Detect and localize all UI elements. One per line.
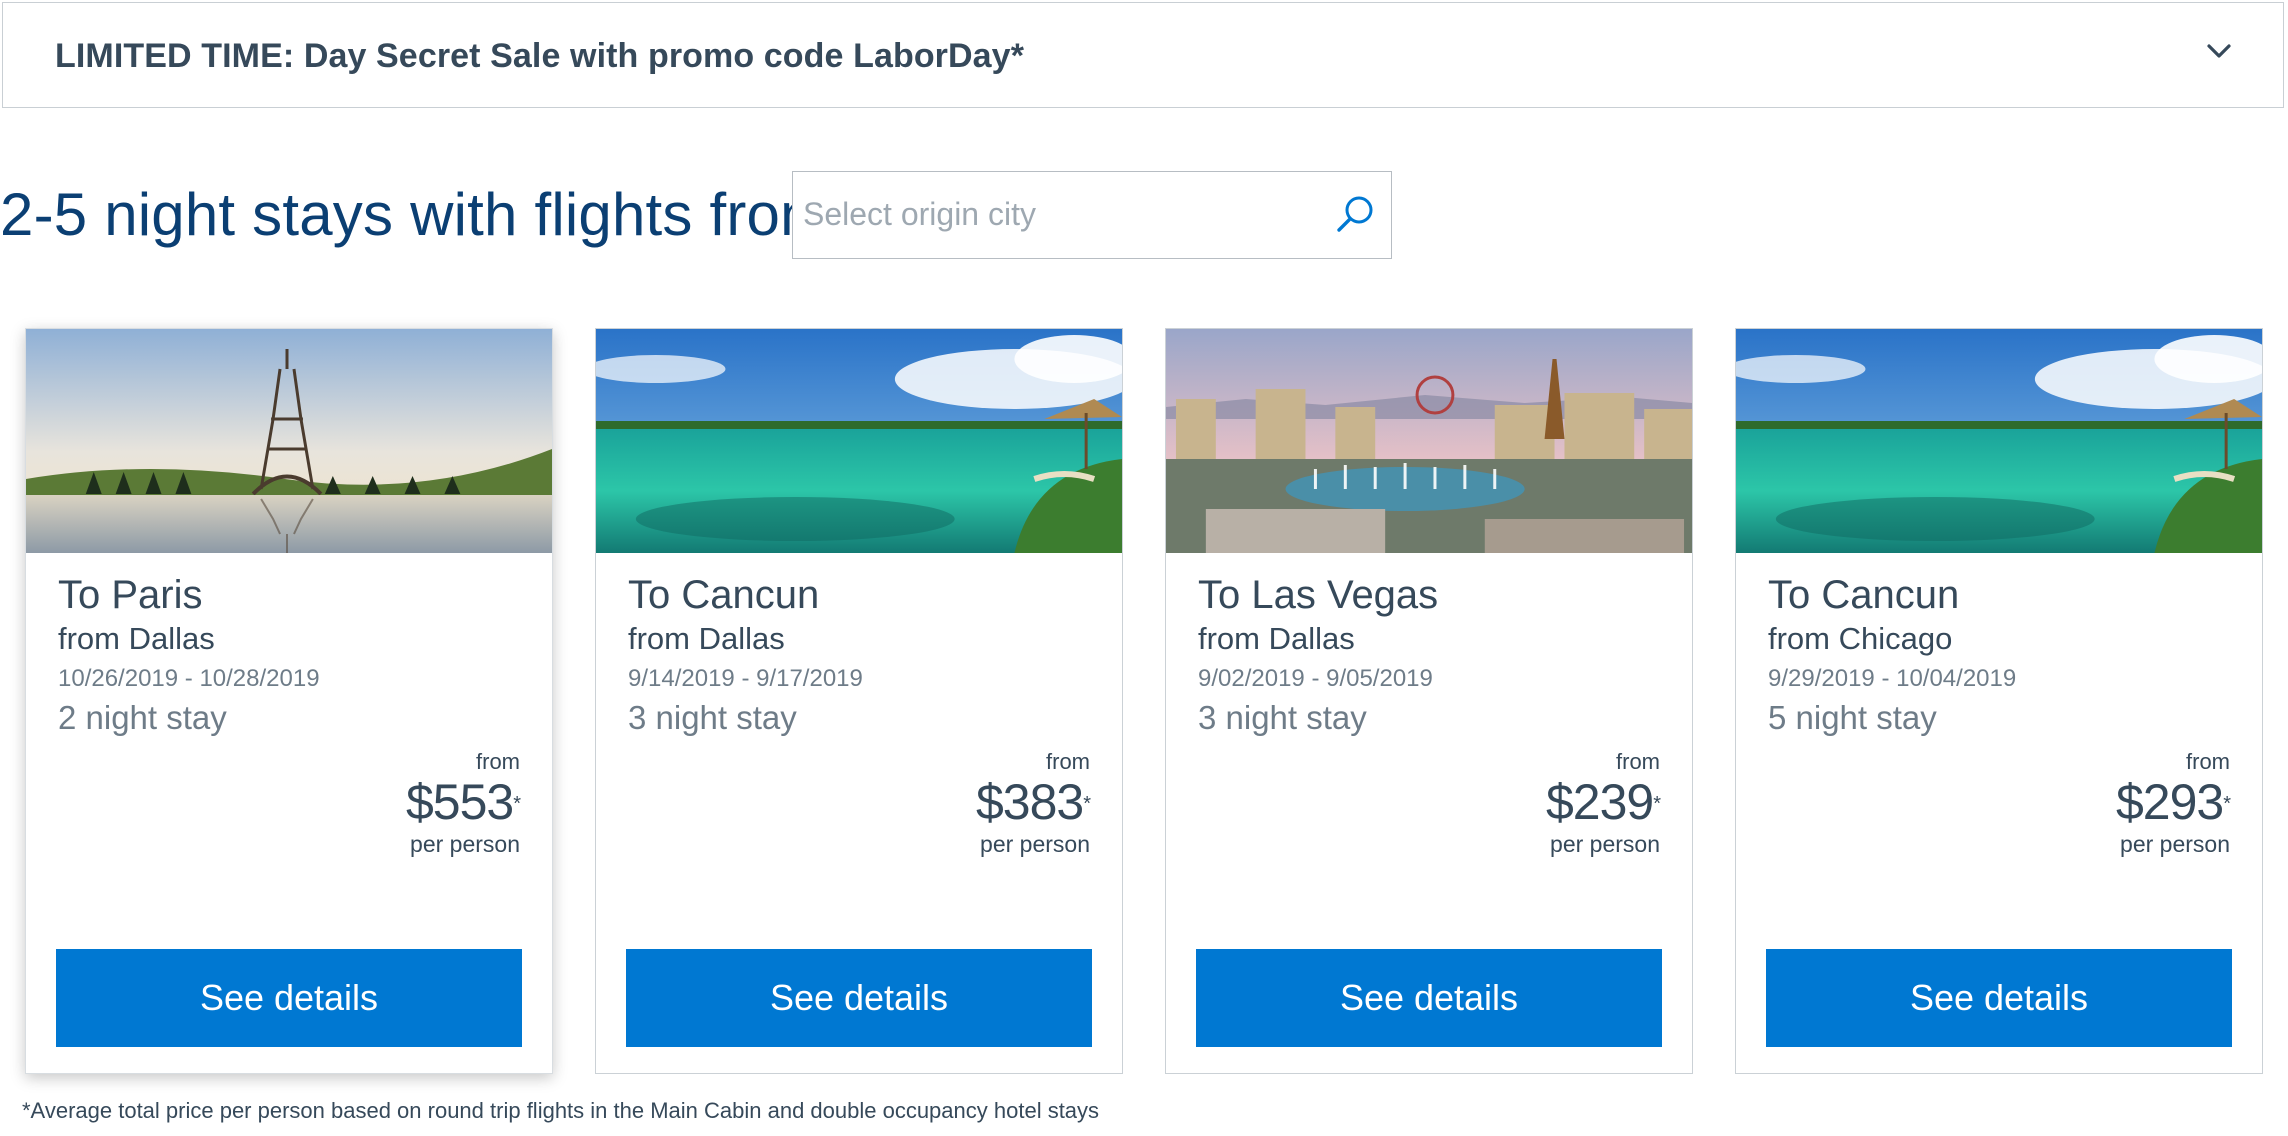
per-person-label: per person xyxy=(2120,831,2230,857)
origin: from Chicago xyxy=(1768,621,1953,656)
from-label: from xyxy=(1046,749,1090,774)
destination: To Cancun xyxy=(1768,573,1960,617)
travel-dates: 9/02/2019 - 9/05/2019 xyxy=(1198,665,1433,692)
see-details-button[interactable]: See details xyxy=(56,949,522,1047)
deal-card-las-vegas[interactable]: To Las Vegas from Dallas 9/02/2019 - 9/0… xyxy=(1165,328,1693,1074)
stay-length: 5 night stay xyxy=(1768,699,1937,736)
from-label: from xyxy=(1616,749,1660,774)
origin: from Dallas xyxy=(58,621,215,656)
page-title: 2-5 night stays with flights from xyxy=(0,181,831,248)
per-person-label: per person xyxy=(1550,831,1660,857)
search-icon[interactable] xyxy=(1333,192,1377,236)
per-person-label: per person xyxy=(980,831,1090,857)
origin-city-input[interactable] xyxy=(793,172,1313,257)
stay-length: 3 night stay xyxy=(1198,699,1367,736)
price-block: from $293* per person xyxy=(2115,749,2231,859)
price-value: $553 xyxy=(405,774,514,830)
deal-card-cancun-dallas[interactable]: To Cancun from Dallas 9/14/2019 - 9/17/2… xyxy=(595,328,1123,1074)
deal-card-paris[interactable]: To Paris from Dallas 10/26/2019 - 10/28/… xyxy=(25,328,553,1074)
chevron-down-icon[interactable] xyxy=(2205,37,2233,65)
deal-card-cancun-chicago[interactable]: To Cancun from Chicago 9/29/2019 - 10/04… xyxy=(1735,328,2263,1074)
from-label: from xyxy=(2186,749,2230,774)
price-value: $239 xyxy=(1545,774,1654,830)
price-asterisk: * xyxy=(2223,793,2231,815)
see-details-button[interactable]: See details xyxy=(1196,949,1662,1047)
destination: To Cancun xyxy=(628,573,820,617)
price-value: $383 xyxy=(975,774,1084,830)
origin: from Dallas xyxy=(1198,621,1355,656)
price-asterisk: * xyxy=(1653,793,1661,815)
per-person-label: per person xyxy=(410,831,520,857)
travel-dates: 9/14/2019 - 9/17/2019 xyxy=(628,665,863,692)
price-block: from $239* per person xyxy=(1545,749,1661,859)
travel-dates: 10/26/2019 - 10/28/2019 xyxy=(58,665,320,692)
origin: from Dallas xyxy=(628,621,785,656)
price: $293* xyxy=(2115,774,2231,830)
price-block: from $383* per person xyxy=(975,749,1091,859)
price: $553* xyxy=(405,774,521,830)
price-block: from $553* per person xyxy=(405,749,521,859)
price-asterisk: * xyxy=(513,793,521,815)
promo-banner[interactable]: LIMITED TIME: Day Secret Sale with promo… xyxy=(2,2,2284,108)
stay-length: 3 night stay xyxy=(628,699,797,736)
destination: To Las Vegas xyxy=(1198,573,1439,617)
price: $239* xyxy=(1545,774,1661,830)
las-vegas-image xyxy=(1166,329,1692,553)
price-value: $293 xyxy=(2115,774,2224,830)
stay-length: 2 night stay xyxy=(58,699,227,736)
price-asterisk: * xyxy=(1083,793,1091,815)
origin-search[interactable] xyxy=(792,171,1392,259)
eiffel-tower-image xyxy=(26,329,552,553)
price: $383* xyxy=(975,774,1091,830)
cancun-lagoon-image xyxy=(596,329,1122,553)
destination: To Paris xyxy=(58,573,203,617)
price-footnote: *Average total price per person based on… xyxy=(22,1098,1100,1123)
see-details-button[interactable]: See details xyxy=(626,949,1092,1047)
cancun-lagoon-image xyxy=(1736,329,2262,553)
see-details-button[interactable]: See details xyxy=(1766,949,2232,1047)
from-label: from xyxy=(476,749,520,774)
travel-dates: 9/29/2019 - 10/04/2019 xyxy=(1768,665,2017,692)
promo-text: LIMITED TIME: Day Secret Sale with promo… xyxy=(55,37,1025,75)
